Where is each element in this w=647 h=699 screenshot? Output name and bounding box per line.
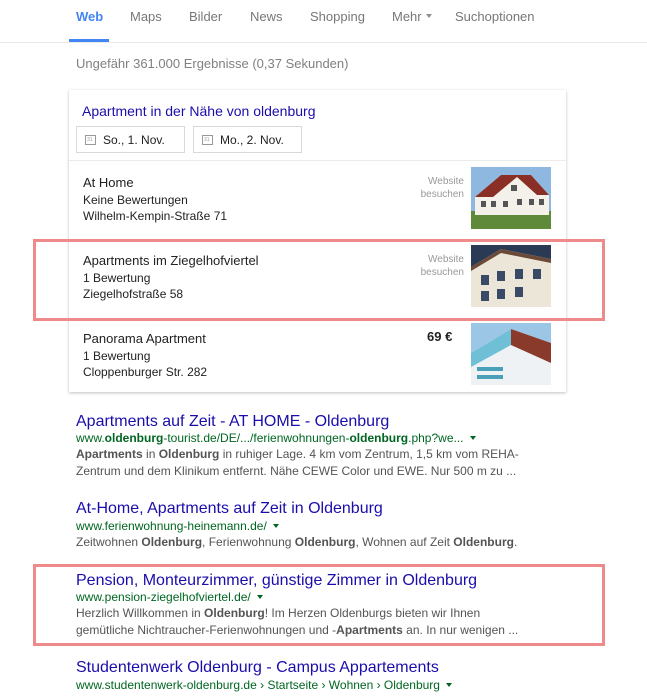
url-dropdown-icon[interactable] [256, 594, 263, 599]
url-text: .php?we... [408, 431, 464, 445]
url-dropdown-icon[interactable] [445, 682, 452, 687]
url-text: www.pension-ziegelhofviertel.de/ [76, 590, 251, 604]
search-tabs-bar: Web Maps Bilder News Shopping Mehr Sucho… [0, 0, 647, 43]
snippet-text: in [142, 447, 159, 461]
url-dropdown-icon[interactable] [469, 435, 476, 440]
tab-suchoptionen[interactable]: Suchoptionen [455, 9, 535, 24]
listing-photo[interactable] [471, 323, 551, 385]
snippet-text: ! Im Herzen Oldenburgs bieten wir Ihnen [264, 606, 481, 620]
result-title-link[interactable]: Studentenwerk Oldenburg - Campus Apparte… [76, 659, 439, 677]
result-title-link[interactable]: Pension, Monteurzimmer, günstige Zimmer … [76, 572, 477, 590]
url-text-bold: oldenburg [349, 431, 409, 445]
tab-mehr-label: Mehr [392, 9, 422, 24]
checkout-date-picker[interactable]: Mo., 2. Nov. [193, 126, 302, 153]
url-text: www.studentenwerk-oldenburg.de › Startse… [76, 678, 440, 692]
result-stats: Ungefähr 361.000 Ergebnisse (0,37 Sekund… [76, 56, 349, 71]
result-title-link[interactable]: At-Home, Apartments auf Zeit in Oldenbur… [76, 500, 383, 518]
url-text: www. [76, 431, 105, 445]
tab-mehr[interactable]: Mehr [392, 9, 432, 24]
listing-reviews: 1 Bewertung [83, 349, 151, 363]
snippet-bold: Oldenburg [204, 606, 265, 620]
website-link[interactable]: Website besuchen [404, 175, 464, 201]
listing-photo[interactable] [471, 167, 551, 229]
snippet-text: . [513, 535, 518, 549]
snippet-text: , Wohnen auf Zeit [355, 535, 454, 549]
listing-reviews: Keine Bewertungen [83, 193, 188, 207]
result-url[interactable]: www.pension-ziegelhofviertel.de/ [76, 590, 263, 604]
tab-news[interactable]: News [250, 9, 283, 24]
snippet-bold: Apartments [76, 447, 143, 461]
active-tab-indicator [69, 39, 109, 42]
listing-address: Wilhelm-Kempin-Straße 71 [83, 209, 228, 223]
snippet-bold: Oldenburg [158, 447, 220, 461]
snippet-text: Zentrum und dem Klinikum entfernt. Nähe … [76, 464, 517, 478]
listing-name[interactable]: At Home [83, 175, 134, 190]
result-title-link[interactable]: Apartments auf Zeit - AT HOME - Oldenbur… [76, 413, 389, 431]
snippet-text: an. In nur wenigen ... [402, 623, 519, 637]
result-url[interactable]: www.ferienwohnung-heinemann.de/ [76, 519, 279, 533]
highlight-box [33, 239, 605, 321]
website-link-line1: Website [428, 176, 464, 187]
result-snippet: Herzlich Willkommen in Oldenburg! Im Her… [76, 605, 536, 639]
snippet-text: Herzlich Willkommen in [76, 606, 205, 620]
checkin-date-picker[interactable]: So., 1. Nov. [76, 126, 185, 153]
calendar-icon [85, 135, 96, 145]
url-text: www.ferienwohnung-heinemann.de/ [76, 519, 267, 533]
snippet-bold: Apartments [336, 623, 403, 637]
listing-address: Cloppenburger Str. 282 [83, 365, 208, 379]
result-url[interactable]: www.studentenwerk-oldenburg.de › Startse… [76, 678, 452, 692]
snippet-text: Zeitwohnen [76, 535, 142, 549]
tab-web[interactable]: Web [76, 9, 103, 24]
snippet-text: in ruhiger Lage. 4 km vom Zentrum, 1,5 k… [219, 447, 519, 461]
calendar-icon [202, 135, 213, 145]
snippet-text: , Ferienwohnung [202, 535, 295, 549]
tab-shopping[interactable]: Shopping [310, 9, 365, 24]
url-text: -tourist.de/DE/.../ferienwohnungen- [163, 431, 350, 445]
website-link-line2: besuchen [420, 189, 464, 200]
tab-bilder[interactable]: Bilder [189, 9, 222, 24]
result-snippet: Zeitwohnen Oldenburg, Ferienwohnung Olde… [76, 534, 536, 551]
tab-maps[interactable]: Maps [130, 9, 162, 24]
snippet-text: gemütliche Nichtraucher-Ferienwohnungen … [76, 623, 337, 637]
checkin-date-label: So., 1. Nov. [103, 133, 165, 147]
result-url[interactable]: www.oldenburg-tourist.de/DE/.../ferienwo… [76, 431, 476, 445]
snippet-bold: Oldenburg [141, 535, 203, 549]
snippet-bold: Oldenburg [453, 535, 514, 549]
checkout-date-label: Mo., 2. Nov. [220, 133, 284, 147]
chevron-down-icon [425, 13, 432, 18]
result-snippet: Apartments in Oldenburg in ruhiger Lage.… [76, 446, 536, 480]
listing-price: 69 € [427, 329, 453, 344]
local-results-title[interactable]: Apartment in der Nähe von oldenburg [82, 103, 315, 119]
url-text-bold: oldenburg [104, 431, 164, 445]
snippet-bold: Oldenburg [294, 535, 356, 549]
divider [69, 160, 566, 161]
listing-name[interactable]: Panorama Apartment [83, 331, 206, 346]
url-dropdown-icon[interactable] [272, 523, 279, 528]
